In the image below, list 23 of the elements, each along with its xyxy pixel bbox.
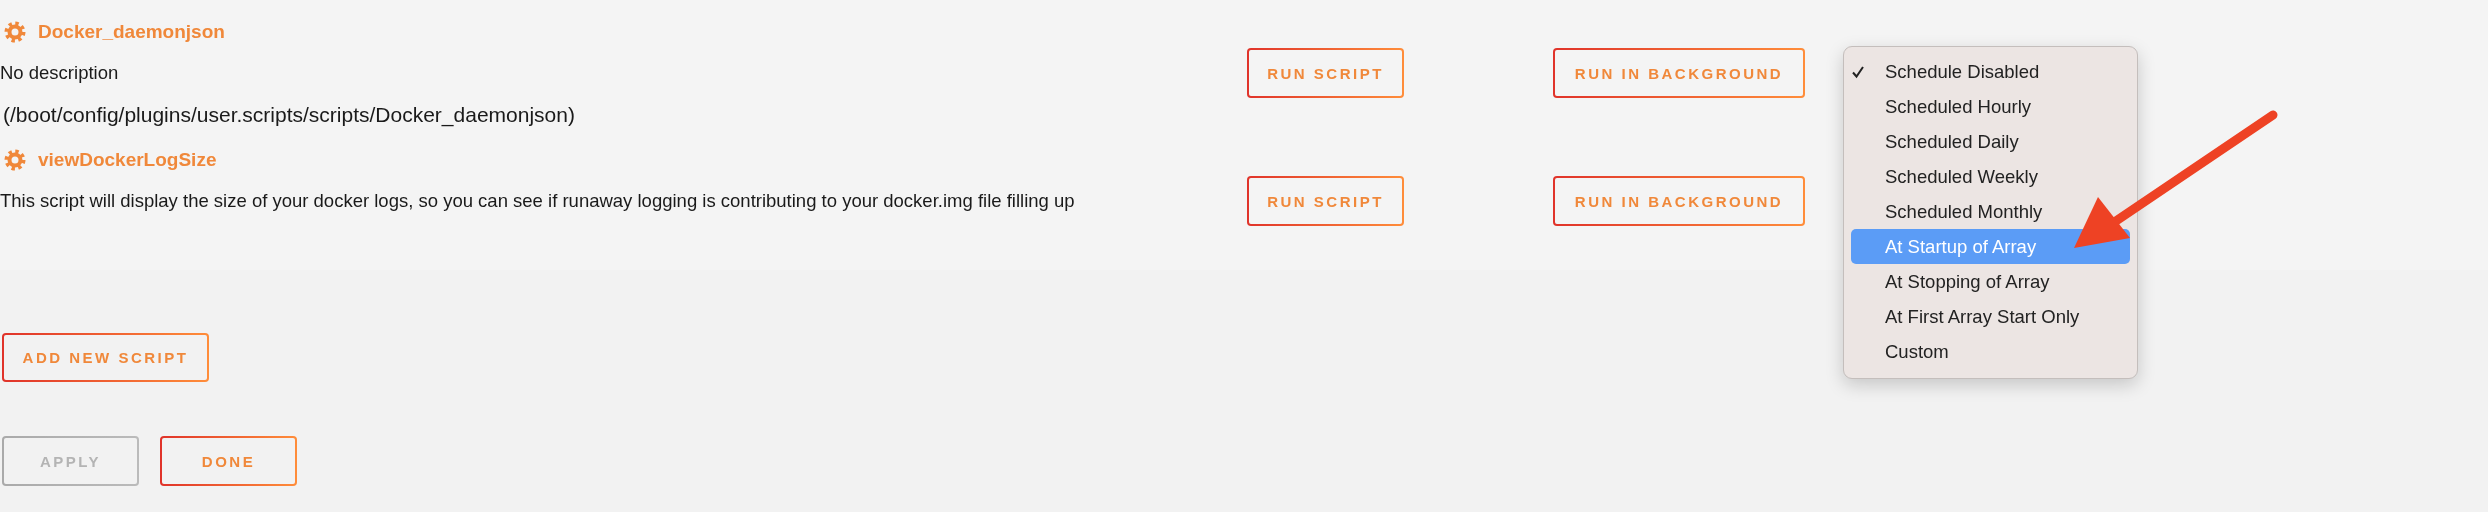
run-in-background-button[interactable]: RUN IN BACKGROUND: [1553, 48, 1805, 98]
script-name[interactable]: viewDockerLogSize: [38, 149, 217, 171]
add-new-script-button[interactable]: ADD NEW SCRIPT: [2, 333, 209, 382]
gear-icon: [4, 21, 26, 43]
menu-item[interactable]: At Startup of Array: [1851, 229, 2130, 264]
script-description: No description: [0, 62, 120, 84]
run-script-button[interactable]: RUN SCRIPT: [1247, 48, 1404, 98]
gear-icon: [4, 149, 26, 171]
menu-item[interactable]: Scheduled Weekly: [1851, 159, 2130, 194]
run-in-background-button[interactable]: RUN IN BACKGROUND: [1553, 176, 1805, 226]
run-script-button[interactable]: RUN SCRIPT: [1247, 176, 1404, 226]
menu-item[interactable]: Schedule Disabled: [1851, 54, 2130, 89]
script-description: This script will display the size of your docker logs, so you can see if runaway logging is contributing to your docker.img file filling up: [0, 190, 1076, 212]
action-button[interactable]: DONE: [160, 436, 297, 486]
menu-item[interactable]: Scheduled Hourly: [1851, 89, 2130, 124]
script-name[interactable]: Docker_daemonjson: [38, 21, 225, 43]
menu-item[interactable]: At First Array Start Only: [1851, 299, 2130, 334]
checkmark-icon: [1851, 65, 1865, 79]
menu-item[interactable]: Scheduled Monthly: [1851, 194, 2130, 229]
menu-item[interactable]: At Stopping of Array: [1851, 264, 2130, 299]
menu-item[interactable]: Scheduled Daily: [1851, 124, 2130, 159]
script-path: (/boot/config/plugins/user.scripts/scripts/Docker_daemonjson): [2, 102, 575, 129]
menu-item[interactable]: Custom: [1851, 334, 2130, 369]
